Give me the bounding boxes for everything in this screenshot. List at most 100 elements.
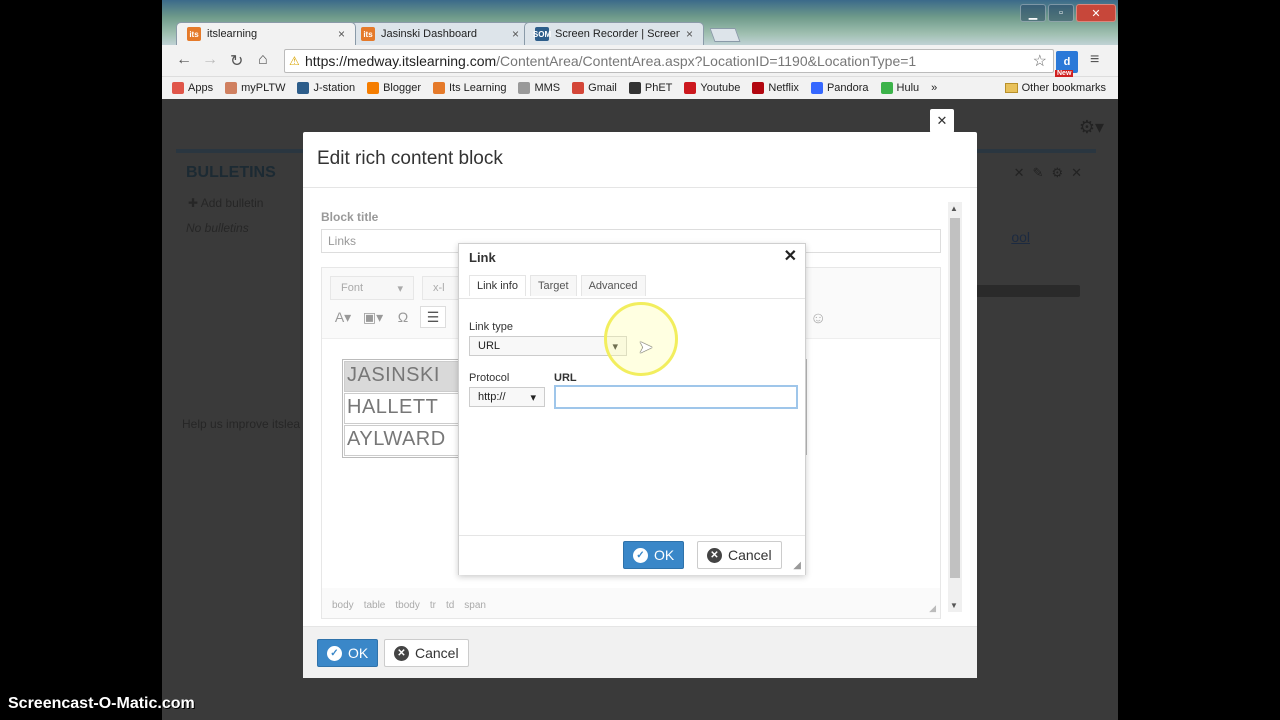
forward-arrow-icon[interactable]: → [202,51,218,69]
bookmark-item[interactable]: Apps [172,82,213,94]
bookmark-item[interactable]: J-station [297,82,355,94]
bookmark-item[interactable]: Hulu [880,82,919,94]
bookmark-item[interactable]: Blogger [367,82,421,94]
page-link[interactable]: ool [1011,229,1030,245]
special-char-icon[interactable]: Ω [390,306,416,328]
check-icon: ✓ [633,547,648,563]
scrollbar-thumb[interactable] [950,218,960,578]
tab-close-icon[interactable]: × [338,27,345,41]
size-dropdown[interactable]: x-l [422,276,462,300]
link-dialog-header: Link ✕ [459,244,805,270]
extension-badge: New [1055,70,1074,77]
chevron-down-icon: ▾ [397,283,403,295]
bookmark-favicon-icon [752,82,765,94]
bookmarks-overflow-icon[interactable]: » [931,82,937,94]
bookmark-label: Gmail [588,82,617,94]
modal-ok-button[interactable]: ✓ OK [317,639,379,667]
tab-link-info[interactable]: Link info [469,275,526,296]
modal-scrollbar[interactable]: ▲ ▼ [948,202,962,612]
resize-handle-icon[interactable]: ◢ [793,560,801,571]
url-path: /ContentArea/ContentArea.aspx?LocationID… [496,53,917,69]
window-controls: ▁ ▫ ✕ [1020,4,1116,22]
bookmark-label: MMS [534,82,561,94]
bookmark-favicon-icon [810,82,823,94]
editor-toolbar-row1: Font ▾ x-l [330,276,462,300]
check-icon: ✓ [327,645,342,661]
link-ok-button[interactable]: ✓ OK [623,541,685,569]
new-tab-button[interactable] [709,28,741,42]
other-bookmarks[interactable]: Other bookmarks [1004,82,1106,94]
path-item[interactable]: tr [430,600,436,611]
text-color-icon[interactable]: A▾ [330,306,356,328]
browser-toolbar: ← → ↻ ⌂ ⚠ https://medway.itslearning.com… [162,45,1118,77]
modal-cancel-button[interactable]: ✕ Cancel [384,639,469,667]
close-icon[interactable]: ✕ [784,246,797,266]
bookmark-label: Blogger [383,82,421,94]
font-dropdown[interactable]: Font ▾ [330,276,414,300]
path-item[interactable]: table [364,600,386,611]
bookmark-favicon-icon [684,82,697,94]
emoticon-icon[interactable]: ☺ [810,310,826,328]
tab-close-icon[interactable]: × [512,27,519,41]
bookmark-item[interactable]: Youtube [684,82,740,94]
tab-screen-recorder[interactable]: SOM Screen Recorder | Screenc × [524,22,704,45]
protocol-select[interactable]: http:// ▾ [469,387,545,407]
tab-divider [459,298,805,299]
cancel-label: Cancel [728,547,772,563]
align-left-icon[interactable]: ☰ [420,306,446,328]
bookmark-item[interactable]: myPLTW [225,82,285,94]
hamburger-menu-icon[interactable]: ≡ [1090,51,1099,69]
background-color-icon[interactable]: ▣▾ [360,306,386,328]
back-arrow-icon[interactable]: ← [176,51,192,69]
watermark: Screencast-O-Matic.com [8,695,195,712]
modal-close-button[interactable]: ✕ [930,109,954,133]
bookmark-label: myPLTW [241,82,286,94]
bookmark-item[interactable]: PhET [628,82,672,94]
page-scrollbar[interactable] [960,285,1080,297]
tab-itslearning[interactable]: its itslearning × [176,22,356,45]
add-bulletin-link[interactable]: ✚ Add bulletin [188,196,263,210]
its-favicon-icon: its [187,27,201,41]
bookmark-item[interactable]: MMS [518,82,560,94]
path-item[interactable]: body [332,600,354,611]
home-icon[interactable]: ⌂ [258,51,268,69]
bookmark-star-icon[interactable]: ☆ [1033,51,1047,71]
bookmark-item[interactable]: Netflix [752,82,799,94]
address-bar[interactable]: ⚠ https://medway.itslearning.com /Conten… [284,49,1054,73]
bookmark-favicon-icon [172,82,184,94]
bookmark-favicon-icon [628,82,641,94]
path-item[interactable]: span [464,600,486,611]
resize-handle-icon[interactable]: ◢ [929,603,936,614]
modal-title: Edit rich content block [317,148,503,169]
reload-icon[interactable]: ↻ [230,51,243,71]
minimize-button[interactable]: ▁ [1020,4,1046,22]
scroll-up-icon[interactable]: ▲ [950,204,958,213]
bookmark-item[interactable]: Gmail [572,82,617,94]
bookmark-favicon-icon [297,82,310,94]
extension-label: d [1063,56,1071,68]
bookmark-item[interactable]: Pandora [810,82,869,94]
gear-icon[interactable]: ⚙▾ [1079,117,1104,138]
bookmark-label: Apps [188,82,214,94]
link-cancel-button[interactable]: ✕ Cancel [697,541,782,569]
path-item[interactable]: td [446,600,454,611]
bookmark-favicon-icon [432,82,445,94]
som-favicon-icon: SOM [533,27,551,41]
url-host: https://medway.itslearning.com [305,53,497,69]
bookmark-item[interactable]: Its Learning [432,82,506,94]
tab-close-icon[interactable]: × [686,27,693,41]
bookmarks-bar: Apps myPLTW J-station Blogger Its Learning MM… [162,77,1118,99]
link-dialog-tabs: Link info Target Advanced [469,275,646,296]
close-window-button[interactable]: ✕ [1076,4,1116,22]
bookmark-label: Youtube [700,82,741,94]
scroll-down-icon[interactable]: ▼ [950,601,958,610]
extension-button[interactable]: d New [1055,51,1078,77]
path-item[interactable]: tbody [395,600,419,611]
tab-jasinski-dashboard[interactable]: its Jasinski Dashboard × [350,22,530,45]
protocol-value: http:// [478,391,506,403]
tab-advanced[interactable]: Advanced [580,275,646,296]
tab-label: Screen Recorder | Screenc [555,28,680,40]
maximize-button[interactable]: ▫ [1048,4,1074,22]
tab-target[interactable]: Target [529,275,577,296]
url-input[interactable] [554,385,798,409]
